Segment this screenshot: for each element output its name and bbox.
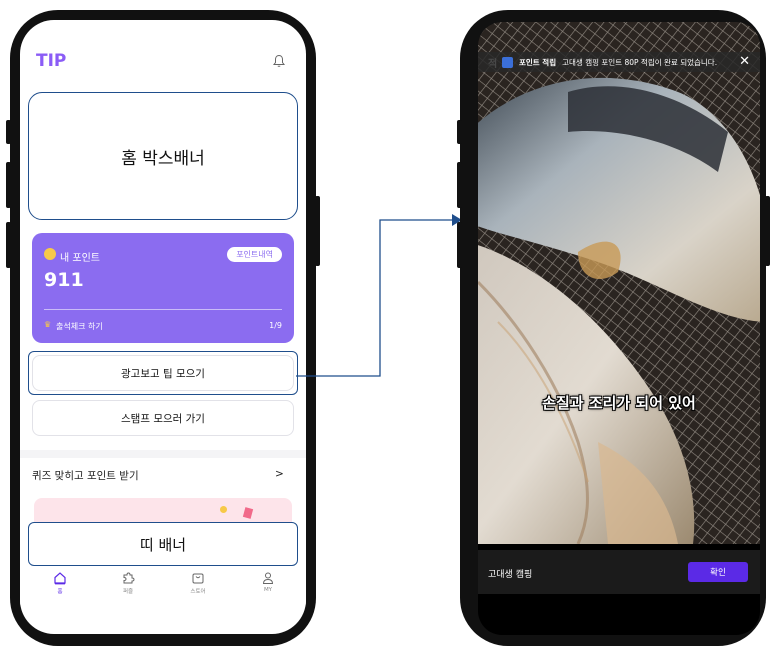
point-card: 내 포인트 포인트내역 911 ♛ 출석체크 하기 1/9 <box>32 233 294 343</box>
left-phone-button <box>315 196 320 266</box>
left-phone-button <box>6 120 11 144</box>
point-history-button[interactable]: 포인트내역 <box>227 247 282 262</box>
right-phone-button <box>457 222 462 268</box>
home-box-banner[interactable]: 홈 박스배너 <box>28 92 298 220</box>
app-badge-icon <box>502 56 513 68</box>
point-card-divider <box>44 309 282 310</box>
tab-store[interactable]: 스토어 <box>178 571 218 595</box>
right-phone-button <box>457 162 462 208</box>
stamp-button[interactable]: 스탬프 모으러 가기 <box>32 400 294 436</box>
tab-home-label: 홈 <box>57 589 63 595</box>
video-frame-grilled-fish <box>478 22 760 544</box>
right-phone-screen: 적 포인트 적립 고대생 캠핑 포인트 80P 적립이 완료 되었습니다. ✕ … <box>478 22 760 635</box>
quiz-section-title: 퀴즈 맞히고 포인트 받기 <box>32 470 139 482</box>
crown-icon: ♛ <box>44 320 52 329</box>
tab-my[interactable]: MY <box>248 571 288 593</box>
puzzle-icon <box>123 572 135 584</box>
quiz-section-arrow[interactable]: > <box>275 468 284 480</box>
coin-icon <box>44 248 56 260</box>
confirm-button[interactable]: 확인 <box>688 562 748 582</box>
home-box-banner-label: 홈 박스배너 <box>121 148 205 169</box>
section-divider <box>20 450 306 458</box>
attendance-check-link[interactable]: 출석체크 하기 <box>56 321 103 332</box>
strip-banner[interactable]: 띠 배너 <box>28 522 298 566</box>
tab-store-label: 스토어 <box>190 589 206 595</box>
bell-icon[interactable] <box>272 54 286 68</box>
channel-name: 고대생 캠핑 <box>488 570 533 580</box>
left-phone-button <box>6 222 11 268</box>
point-card-label: 내 포인트 <box>60 253 100 264</box>
user-icon <box>262 572 274 584</box>
strip-banner-label: 띠 배너 <box>139 535 187 554</box>
ad-bottom-bar: 고대생 캠핑 확인 <box>478 550 760 594</box>
right-phone-button <box>457 120 462 144</box>
close-icon[interactable]: ✕ <box>739 54 750 69</box>
bottom-tab-bar: 홈 퍼즐 스토어 MY <box>20 566 306 606</box>
store-icon <box>192 573 204 584</box>
tab-puzzle-label: 퍼즐 <box>122 589 134 595</box>
quiz-decoration <box>220 506 227 513</box>
left-phone-button <box>6 162 11 208</box>
home-icon <box>54 572 66 585</box>
app-logo: TIP <box>36 51 67 71</box>
tab-home[interactable]: 홈 <box>40 571 80 595</box>
right-phone-button <box>765 196 770 266</box>
stamp-button-label: 스탬프 모으러 가기 <box>121 412 205 425</box>
point-value: 911 <box>44 269 84 291</box>
ad-button-highlight <box>28 351 298 395</box>
attendance-progress: 1/9 <box>269 321 282 330</box>
point-toast: 포인트 적립 고대생 캠핑 포인트 80P 적립이 완료 되었습니다. ✕ <box>478 52 760 72</box>
toast-message: 고대생 캠핑 포인트 80P 적립이 완료 되었습니다. <box>562 57 718 67</box>
tab-puzzle[interactable]: 퍼즐 <box>108 571 148 595</box>
tab-my-label: MY <box>263 587 273 593</box>
toast-title: 포인트 적립 <box>519 57 557 67</box>
video-subtitle: 손질과 조리가 되어 있어 <box>542 394 696 412</box>
left-phone-screen: TIP 홈 박스배너 내 포인트 포인트내역 911 ♛ 출석체크 하기 1/9… <box>20 20 306 634</box>
